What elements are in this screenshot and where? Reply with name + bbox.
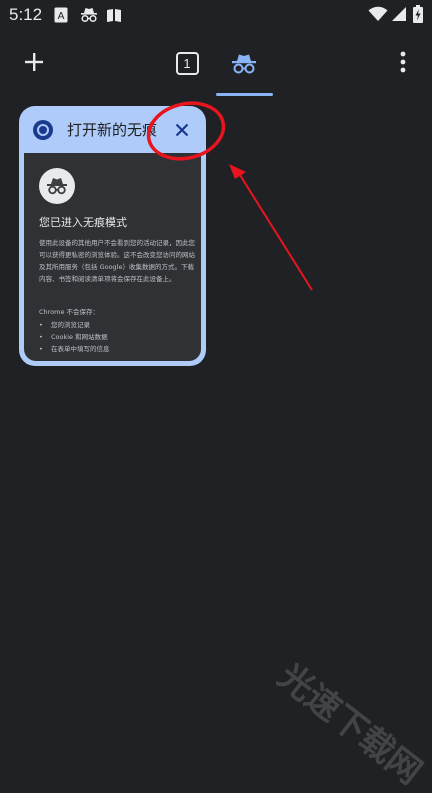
plus-icon bbox=[25, 53, 43, 71]
status-time: 5:12 bbox=[9, 5, 43, 24]
battery-icon bbox=[413, 5, 423, 23]
not-saved-list: 您的浏览记录 Cookie 和网站数据 在表单中填写的信息 bbox=[39, 319, 110, 355]
incognito-icon bbox=[47, 178, 67, 195]
tab-card-title: 打开新的无痕 bbox=[67, 122, 158, 139]
selected-tab-indicator bbox=[216, 93, 273, 96]
tab-card[interactable]: 打开新的无痕 您已进入无痕模式 使用此设备的其他用户不会看到您的活动记录，因此您… bbox=[19, 106, 206, 366]
tab-count: 1 bbox=[175, 51, 199, 75]
chrome-icon bbox=[33, 120, 53, 140]
annotation-arrow bbox=[239, 174, 313, 291]
not-saved-heading: Chrome 不会保存： bbox=[39, 308, 100, 316]
book-icon bbox=[107, 9, 121, 22]
list-item: 您的浏览记录 bbox=[39, 319, 110, 331]
translate-icon: A bbox=[54, 7, 68, 23]
arrow-head bbox=[229, 164, 246, 179]
close-icon bbox=[175, 123, 189, 137]
svg-text:A: A bbox=[58, 11, 65, 22]
list-item: Cookie 和网站数据 bbox=[39, 331, 110, 343]
tab-standard-tabs[interactable]: 1 bbox=[168, 44, 206, 82]
tab-thumbnail: 您已进入无痕模式 使用此设备的其他用户不会看到您的活动记录，因此您可以获得更私密… bbox=[24, 153, 201, 361]
tab-switcher-toolbar: 1 bbox=[0, 36, 432, 94]
incognito-heading: 您已进入无痕模式 bbox=[39, 216, 127, 229]
incognito-icon bbox=[81, 8, 97, 23]
menu-button[interactable] bbox=[388, 44, 418, 80]
status-bar: 5:12 A bbox=[0, 0, 432, 30]
new-tab-button[interactable] bbox=[16, 44, 52, 80]
wifi-icon bbox=[368, 6, 388, 21]
watermark: 光速下载网 bbox=[270, 656, 430, 793]
incognito-description: 使用此设备的其他用户不会看到您的活动记录，因此您可以获得更私密的浏览体验。这不会… bbox=[39, 239, 195, 283]
tab-incognito-tabs[interactable] bbox=[222, 42, 266, 86]
close-tab-button[interactable] bbox=[169, 117, 195, 143]
list-item: 在表单中填写的信息 bbox=[39, 343, 110, 355]
incognito-icon bbox=[232, 54, 256, 74]
signal-icon bbox=[392, 7, 406, 21]
incognito-logo bbox=[39, 168, 75, 204]
more-vert-icon bbox=[400, 51, 406, 73]
